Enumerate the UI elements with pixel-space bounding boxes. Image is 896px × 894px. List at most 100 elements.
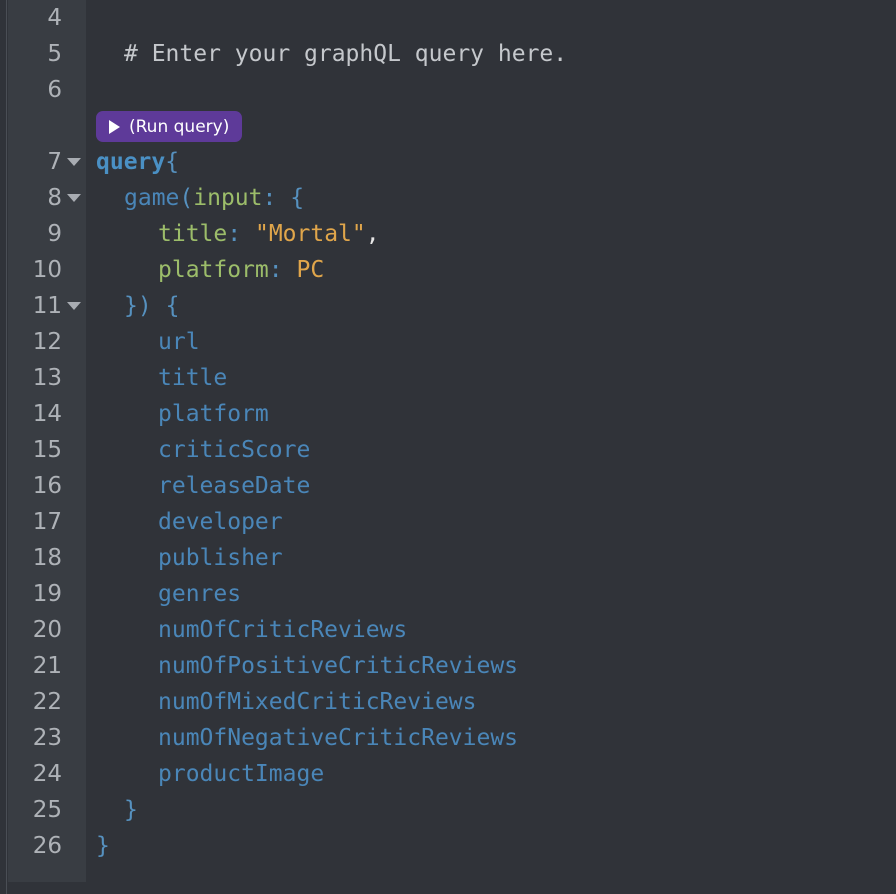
line-number: 23 <box>32 725 62 751</box>
gutter-row: 18 <box>8 540 86 576</box>
token-punct: : <box>227 221 242 247</box>
code-line[interactable]: numOfCriticReviews <box>86 612 407 648</box>
line-number: 5 <box>47 41 62 67</box>
gutter-row: 26 <box>8 828 86 864</box>
code-line[interactable]: platform: PC <box>86 252 324 288</box>
gutter-row: 12 <box>8 324 86 360</box>
code-line[interactable]: productImage <box>86 756 324 792</box>
token-field: productImage <box>158 761 325 787</box>
token-string: "Mortal" <box>254 221 366 247</box>
gutter-row: 7 <box>8 144 86 180</box>
code-line[interactable]: title: "Mortal", <box>86 216 380 252</box>
gutter-row: 21 <box>8 648 86 684</box>
line-number: 15 <box>32 437 62 463</box>
code-line[interactable]: numOfNegativeCriticReviews <box>86 720 518 756</box>
token-plain: , <box>365 221 380 247</box>
token-field: developer <box>158 509 283 535</box>
editor-panel-edge <box>0 0 7 894</box>
token-field: title <box>158 365 228 391</box>
token-punct: } <box>124 797 138 823</box>
gutter-row: 5 <box>8 36 86 72</box>
gutter-row: 10 <box>8 252 86 288</box>
code-line[interactable]: criticScore <box>86 432 310 468</box>
code-line[interactable]: query{ <box>86 144 179 180</box>
gutter-row: 11 <box>8 288 86 324</box>
line-number: 10 <box>32 257 62 283</box>
gutter-row: 6 <box>8 72 86 108</box>
line-number: 6 <box>47 77 62 103</box>
token-punct: : <box>262 185 277 211</box>
token-comment: # Enter your graphQL query here. <box>124 41 568 67</box>
token-arg: title <box>158 221 228 247</box>
line-number: 8 <box>47 185 62 211</box>
code-line[interactable] <box>86 0 96 36</box>
gutter-row: 20 <box>8 612 86 648</box>
token-arg: platform <box>158 257 269 283</box>
line-number: 4 <box>47 5 62 31</box>
code-line[interactable]: title <box>86 360 227 396</box>
gutter-row: 14 <box>8 396 86 432</box>
code-line[interactable]: }) { <box>86 288 179 324</box>
line-number: 7 <box>47 149 62 175</box>
line-number: 21 <box>32 653 62 679</box>
run-query-label: (Run query) <box>129 116 230 137</box>
code-line[interactable]: numOfMixedCriticReviews <box>86 684 477 720</box>
token-arg: input <box>193 185 263 211</box>
code-line[interactable]: publisher <box>86 540 283 576</box>
token-field: numOfMixedCriticReviews <box>158 689 477 715</box>
run-query-button[interactable]: (Run query) <box>96 111 243 142</box>
line-number: 14 <box>32 401 62 427</box>
fold-toggle-chevron-down-icon[interactable] <box>66 144 82 180</box>
code-line[interactable]: } <box>86 828 110 864</box>
token-field: publisher <box>158 545 283 571</box>
code-line[interactable]: platform <box>86 396 269 432</box>
gutter-row: 17 <box>8 504 86 540</box>
code-line[interactable]: genres <box>86 576 241 612</box>
token-field: platform <box>158 401 269 427</box>
line-number: 19 <box>32 581 62 607</box>
gutter-row: 19 <box>8 576 86 612</box>
token-punct: { <box>290 185 305 211</box>
gutter-row: 22 <box>8 684 86 720</box>
token-field: numOfNegativeCriticReviews <box>158 725 519 751</box>
token-punct: { <box>165 293 180 319</box>
token-field: releaseDate <box>158 473 311 499</box>
code-line[interactable] <box>86 72 96 108</box>
line-number: 13 <box>32 365 62 391</box>
gutter-row: 25 <box>8 792 86 828</box>
line-number: 17 <box>32 509 62 535</box>
code-line[interactable]: numOfPositiveCriticReviews <box>86 648 518 684</box>
fold-toggle-chevron-down-icon[interactable] <box>66 288 82 324</box>
graphql-query-editor[interactable]: 4 5 6 7 8 9 10 11 12 13 14 15 16 17 18 19 20 21 22 23 24 25 26… <box>0 0 896 894</box>
code-line[interactable]: } <box>86 792 138 828</box>
token-field: numOfPositiveCriticReviews <box>158 653 519 679</box>
token-field: url <box>158 329 200 355</box>
gutter-row: 23 <box>8 720 86 756</box>
token-punct: { <box>165 149 180 175</box>
token-field: genres <box>158 581 242 607</box>
gutter-row: 15 <box>8 432 86 468</box>
code-line[interactable]: game(input: { <box>86 180 304 216</box>
code-line[interactable]: releaseDate <box>86 468 310 504</box>
token-punct: : <box>268 257 283 283</box>
token-field: numOfCriticReviews <box>158 617 408 643</box>
gutter-row: 8 <box>8 180 86 216</box>
code-line[interactable]: url <box>86 324 200 360</box>
code-line[interactable]: developer <box>86 504 283 540</box>
token-punct: }) <box>124 293 152 319</box>
line-number: 26 <box>32 833 62 859</box>
gutter-row: 13 <box>8 360 86 396</box>
line-number: 12 <box>32 329 62 355</box>
code-line[interactable]: # Enter your graphQL query here. <box>86 36 567 72</box>
fold-toggle-chevron-down-icon[interactable] <box>66 180 82 216</box>
line-number: 22 <box>32 689 62 715</box>
line-number-gutter[interactable]: 4 5 6 7 8 9 10 11 12 13 14 15 16 17 18 19 20 21 22 23 24 25 26 <box>8 0 86 882</box>
line-number: 24 <box>32 761 62 787</box>
gutter-row: 24 <box>8 756 86 792</box>
token-punct: } <box>96 833 110 859</box>
token-field: criticScore <box>158 437 311 463</box>
play-icon <box>109 119 120 134</box>
